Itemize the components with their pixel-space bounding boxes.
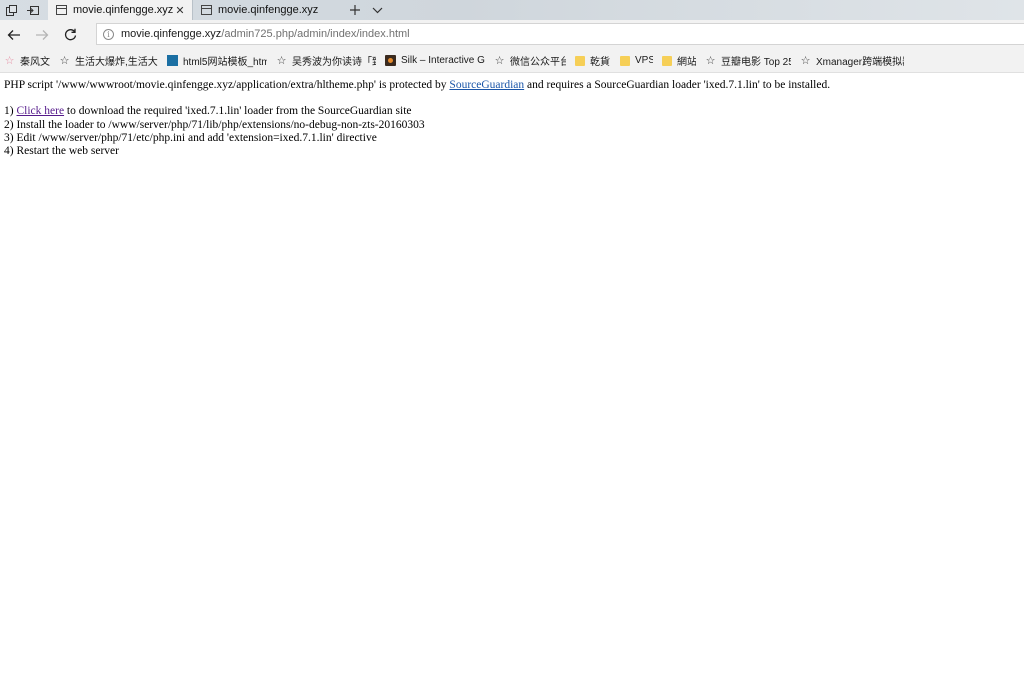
- sourceguardian-link[interactable]: SourceGuardian: [449, 79, 524, 91]
- favorite-label: 乾貨: [590, 57, 610, 68]
- address-bar[interactable]: i movie.qinfengge.xyz/admin725.php/admin…: [96, 23, 1024, 45]
- arrow-left-icon: [7, 29, 20, 40]
- favorite-item[interactable]: Silk – Interactive Gen: [385, 50, 485, 72]
- back-button[interactable]: [0, 21, 28, 49]
- step-4: 4) Restart the web server: [4, 145, 119, 158]
- favorite-item[interactable]: ☆ 微信公众平台: [494, 50, 566, 72]
- step-1: 1) Click here to download the required '…: [4, 105, 1020, 118]
- html5-icon: [167, 55, 178, 66]
- favorites-bar: ☆ 秦风文 ☆ 生活大爆炸,生活大爆 html5网站模板_html5 ☆ 吴秀波…: [0, 49, 1024, 73]
- star-icon: ☆: [494, 55, 505, 67]
- refresh-icon: [64, 28, 76, 41]
- folder-icon: [575, 55, 585, 66]
- tab-list-button[interactable]: [366, 0, 388, 20]
- favorite-label: 秦风文: [20, 57, 50, 68]
- tab-active[interactable]: movie.qinfengge.xyz ✕: [48, 0, 192, 20]
- tab-title: movie.qinfengge.xyz: [73, 4, 174, 16]
- favorite-item[interactable]: html5网站模板_html5: [167, 50, 267, 72]
- tab-strip: movie.qinfengge.xyz ✕ movie.qinfengge.xy…: [0, 0, 1024, 20]
- favorite-item[interactable]: ☆ 吴秀波为你读诗「致: [276, 50, 376, 72]
- favorite-label: VPS: [635, 55, 653, 66]
- star-icon: ☆: [59, 55, 70, 67]
- tab-title: movie.qinfengge.xyz: [218, 4, 319, 16]
- step-3: 3) Edit /www/server/php/71/etc/php.ini a…: [4, 131, 377, 144]
- star-icon: ☆: [276, 55, 287, 67]
- favorite-item[interactable]: ☆ 生活大爆炸,生活大爆: [59, 50, 158, 72]
- url-text: movie.qinfengge.xyz/admin725.php/admin/i…: [121, 28, 410, 40]
- favorite-label: Silk – Interactive Gen: [401, 55, 485, 66]
- forward-button[interactable]: [28, 21, 56, 49]
- step-number: 1): [4, 105, 17, 118]
- tab-inactive[interactable]: movie.qinfengge.xyz: [192, 0, 336, 20]
- navigation-bar: i movie.qinfengge.xyz/admin725.php/admin…: [0, 20, 1024, 49]
- silk-icon: [385, 55, 396, 66]
- new-tab-button[interactable]: [344, 0, 366, 20]
- favorite-folder[interactable]: VPS: [620, 50, 653, 72]
- folder-icon: [620, 55, 630, 66]
- error-text: and requires a SourceGuardian loader 'ix…: [524, 79, 831, 91]
- click-here-link[interactable]: Click here: [16, 105, 64, 117]
- favorite-label: html5网站模板_html5: [183, 57, 267, 68]
- url-path: /admin725.php/admin/index/index.html: [221, 28, 410, 40]
- favorite-item[interactable]: ☆ Xmanager跨端模拟器: [800, 50, 904, 72]
- favorite-label: 吴秀波为你读诗「致: [292, 57, 376, 68]
- favorite-folder[interactable]: 網站: [662, 50, 696, 72]
- favorite-item[interactable]: ☆ 秦风文: [4, 50, 50, 72]
- set-aside-tabs-icon[interactable]: [22, 0, 44, 20]
- favorite-label: 微信公众平台: [510, 57, 566, 68]
- error-text: PHP script '/www/wwwroot/movie.qinfengge…: [4, 79, 450, 91]
- chevron-down-icon: [372, 7, 382, 13]
- tab-preview-icon[interactable]: [0, 0, 22, 20]
- favorite-item[interactable]: ☆ 豆瓣电影 Top 250: [705, 50, 791, 72]
- url-host: movie.qinfengge.xyz: [121, 28, 222, 40]
- arrow-right-icon: [36, 29, 49, 40]
- favorite-label: Xmanager跨端模拟器: [816, 57, 904, 68]
- favorite-label: 豆瓣电影 Top 250: [721, 57, 791, 68]
- error-message: PHP script '/www/wwwroot/movie.qinfengge…: [4, 79, 1020, 92]
- star-icon: ☆: [4, 55, 15, 67]
- star-icon: ☆: [800, 55, 811, 67]
- info-icon[interactable]: i: [103, 28, 114, 40]
- star-icon: ☆: [705, 55, 716, 67]
- refresh-button[interactable]: [56, 21, 84, 49]
- plus-icon: [350, 5, 360, 15]
- page-content: PHP script '/www/wwwroot/movie.qinfengge…: [4, 79, 1020, 158]
- favorite-folder[interactable]: 乾貨: [575, 50, 611, 72]
- close-icon[interactable]: ✕: [174, 4, 186, 17]
- step-2: 2) Install the loader to /www/server/php…: [4, 118, 425, 131]
- step-text: to download the required 'ixed.7.1.lin' …: [64, 105, 412, 118]
- page-icon: [201, 5, 212, 15]
- page-icon: [56, 5, 67, 15]
- folder-icon: [662, 55, 672, 66]
- favorite-label: 生活大爆炸,生活大爆: [75, 57, 158, 68]
- favorite-label: 網站: [677, 57, 696, 68]
